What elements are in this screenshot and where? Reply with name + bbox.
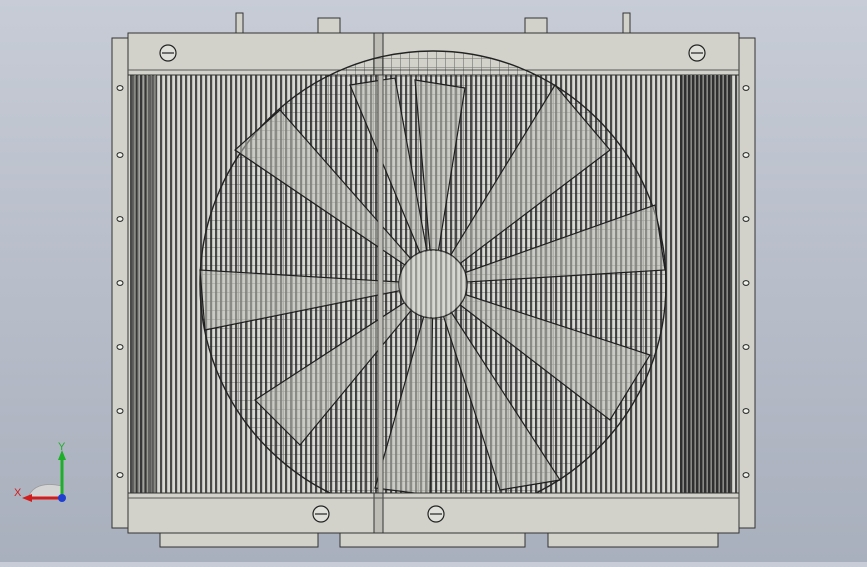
bolt-hole [116,472,124,478]
triad-x-arrow [22,494,32,502]
top-mounting-tabs [235,12,631,34]
radiator-fan-assembly-model[interactable] [0,0,867,562]
bolt-hole [116,216,124,222]
cad-viewport[interactable]: X Y [0,0,867,562]
fan-hub [398,249,468,319]
bolt-hole [742,280,750,286]
triad-xy-plane [27,484,63,499]
bottom-drain-cap-left [312,505,330,523]
triad-z-axis [58,494,66,502]
bolt-hole [742,408,750,414]
bolt-hole [742,216,750,222]
bottom-drain-cap-right [427,505,445,523]
bolt-hole [742,472,750,478]
bolt-hole [742,152,750,158]
core-center-divider [377,74,384,494]
top-filler-cap-left [159,44,177,62]
bolt-hole [116,344,124,350]
bolt-hole [116,280,124,286]
bolt-hole [116,152,124,158]
orientation-triad[interactable]: X Y [14,440,84,510]
radiator-core-dark-band [680,75,730,493]
bolt-hole [116,408,124,414]
bolt-hole [742,85,750,91]
triad-x-label: X [14,487,22,499]
top-filler-cap-right [688,44,706,62]
triad-y-label: Y [58,441,66,453]
bottom-mounting-feet [159,532,719,548]
radiator-core-edge [132,75,156,493]
bolt-hole [116,85,124,91]
bolt-hole [742,344,750,350]
